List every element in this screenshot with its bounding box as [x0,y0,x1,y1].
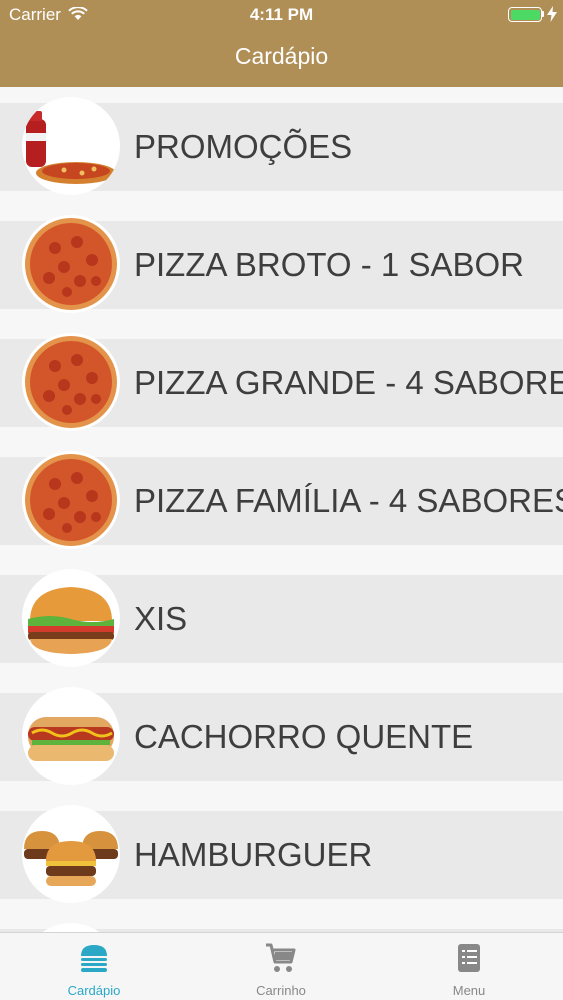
burger-thumbnail [22,569,120,667]
menu-item-label: CACHORRO QUENTE [134,718,474,755]
status-bar: Carrier 4:11 PM [0,0,563,28]
list-icon [458,944,480,972]
promo-thumbnail [22,97,120,195]
menu-item-label: PIZZA FAMÍLIA - 4 SABORES [134,482,563,519]
page-title: Cardápio [234,43,329,69]
tab-label: Carrinho [256,983,306,998]
menu-item-promocoes[interactable]: PROMOÇÕES [0,97,563,195]
tab-label: Cardápio [67,983,121,998]
menu-item-label: XIS [134,600,188,637]
cart-icon [266,943,296,972]
menu-item-label: HAMBURGUER [134,836,373,873]
food-icon [81,945,107,972]
tab-menu[interactable]: Menu [399,933,539,1000]
tab-cardapio[interactable]: Cardápio [24,933,164,1000]
menu-item-pizza-familia[interactable]: PIZZA FAMÍLIA - 4 SABORES [0,451,563,549]
menu-item-label: PIZZA BROTO - 1 SABOR [134,246,524,283]
hot-dog-thumbnail [22,687,120,785]
menu-item-hamburguer[interactable]: HAMBURGUER [0,805,563,903]
menu-list[interactable]: PROMOÇÕES PIZZA BROTO - 1 SABOR PIZZA GR… [0,87,563,932]
tab-bar: Cardápio Carrinho Menu [0,932,563,1000]
charging-bolt-icon [547,6,557,22]
menu-item-pizza-broto[interactable]: PIZZA BROTO - 1 SABOR [0,215,563,313]
tab-carrinho[interactable]: Carrinho [211,933,351,1000]
pizza-thumbnail [22,333,120,431]
pizza-thumbnail [22,451,120,549]
pizza-thumbnail [22,215,120,313]
menu-item-label: PROMOÇÕES [134,128,353,165]
menu-item-pizza-grande[interactable]: PIZZA GRANDE - 4 SABORES [0,333,563,431]
nav-bar: Carrier 4:11 PM Cardápio [0,0,563,87]
battery-tip [542,11,544,17]
menu-item-xis[interactable]: XIS [0,569,563,667]
menu-item-cachorro-quente[interactable]: CACHORRO QUENTE [0,687,563,785]
food-thumbnail [22,923,120,932]
battery-icon [508,7,542,22]
burgers-thumbnail [22,805,120,903]
menu-item-label: PIZZA GRANDE - 4 SABORES [134,364,563,401]
tab-label: Menu [452,983,486,998]
clock: 4:11 PM [249,5,314,24]
